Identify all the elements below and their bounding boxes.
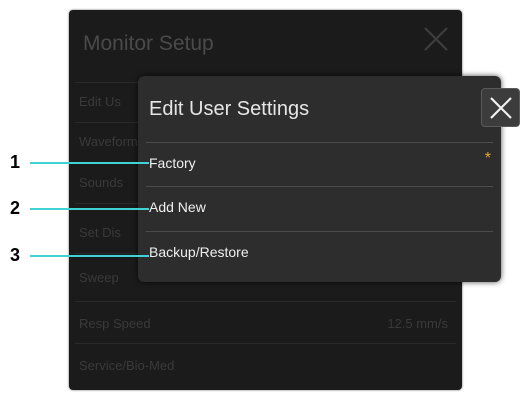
star-icon: * xyxy=(484,150,491,167)
edit-user-settings-dialog: Edit User Settings Factory * Add New Bac… xyxy=(138,76,520,282)
close-icon xyxy=(489,96,512,119)
menu-item-label: Factory xyxy=(149,155,196,171)
monitor-setup-row: Service/Bio-Med xyxy=(79,358,175,373)
monitor-setup-title: Monitor Setup xyxy=(83,32,214,55)
callout-number: 2 xyxy=(10,198,21,218)
dialog-title: Edit User Settings xyxy=(149,98,310,120)
menu-item-label: Backup/Restore xyxy=(149,244,249,260)
callout-line xyxy=(30,208,149,210)
menu-item-factory[interactable]: Factory * xyxy=(138,142,501,186)
close-button[interactable] xyxy=(481,88,520,127)
callout-number: 1 xyxy=(10,152,21,172)
menu-item-add-new[interactable]: Add New xyxy=(138,186,501,230)
callout-number: 3 xyxy=(10,245,21,265)
callout-line xyxy=(30,255,149,257)
monitor-setup-row: Edit Us xyxy=(79,94,121,109)
monitor-setup-row: Sounds xyxy=(79,175,124,190)
resp-speed-value: 12.5 mm/s xyxy=(387,316,448,331)
callout-line xyxy=(30,162,149,164)
monitor-setup-row: Sweep xyxy=(79,270,119,285)
menu-item-backup-restore[interactable]: Backup/Restore xyxy=(138,231,501,275)
divider xyxy=(75,301,456,302)
monitor-setup-row: Resp Speed xyxy=(79,316,151,331)
close-icon[interactable] xyxy=(421,24,451,54)
divider xyxy=(75,343,456,344)
monitor-setup-row: Set Dis xyxy=(79,225,121,240)
menu-item-label: Add New xyxy=(149,199,206,215)
screenshot-stage: Monitor Setup Edit Us Waveform Sounds Se… xyxy=(0,0,527,394)
monitor-setup-row: Waveform xyxy=(79,134,138,149)
